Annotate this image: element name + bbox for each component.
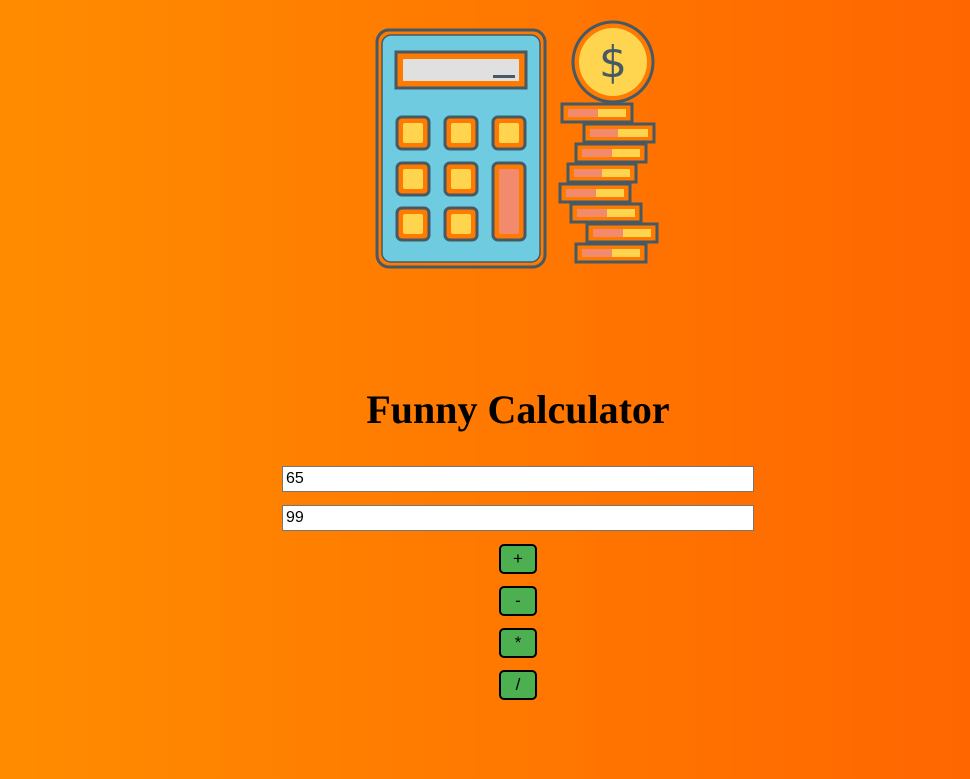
second-number-input[interactable] <box>282 505 754 531</box>
first-number-input[interactable] <box>282 466 754 492</box>
dollar-coin-icon: $ <box>571 20 655 104</box>
divide-button[interactable]: / <box>499 670 537 700</box>
dollar-sign: $ <box>599 37 627 88</box>
page-title: Funny Calculator <box>366 387 670 432</box>
multiply-button[interactable]: * <box>499 628 537 658</box>
subtract-button[interactable]: - <box>499 586 537 616</box>
add-button[interactable]: + <box>499 544 537 574</box>
calculator-icon <box>375 28 547 269</box>
coin-stack-icon <box>558 102 659 264</box>
calculator-coins-illustration: $ <box>375 20 659 269</box>
